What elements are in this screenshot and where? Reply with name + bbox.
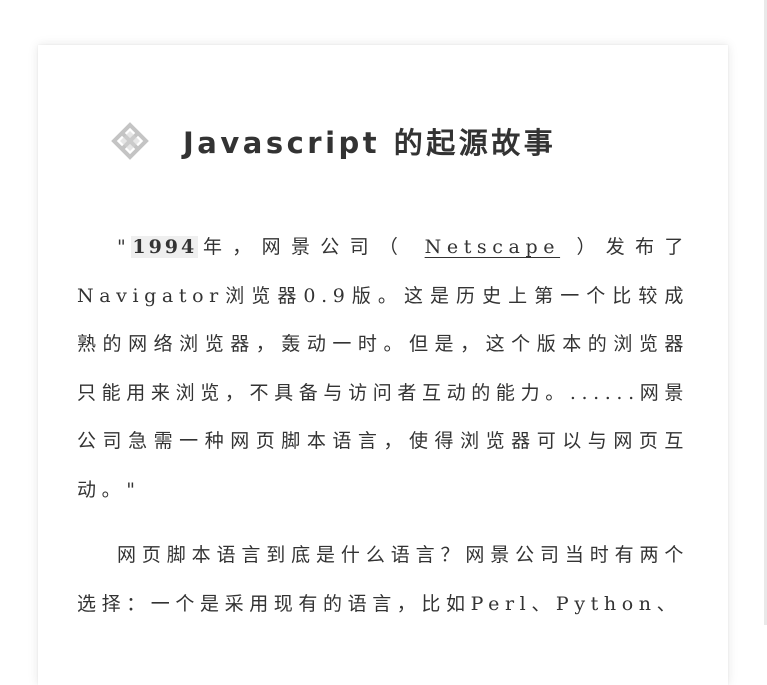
paragraph-2: 网页脚本语言到底是什么语言？网景公司当时有两个选择：一个是采用现有的语言，比如P… <box>77 544 689 615</box>
paragraph-1: "1994年，网景公司（ Netscape ）发布了Navigator浏览器0.… <box>77 223 689 514</box>
article-card: Javascript 的起源故事 "1994年，网景公司（ Netscape ）… <box>38 45 728 685</box>
javascript-logo-icon <box>111 122 149 160</box>
netscape-link[interactable]: Netscape <box>425 236 560 258</box>
quote-mark: " <box>117 236 132 258</box>
paragraph-1-text-a: 年，网景公司（ <box>198 236 409 258</box>
article-header: Javascript 的起源故事 <box>110 117 556 165</box>
article-title: Javascript 的起源故事 <box>183 126 557 160</box>
paragraph-1-text-b: ）发布了Navigator浏览器0.9版。这是历史上第一个比较成熟的网络浏览器，… <box>77 236 690 501</box>
article-body: "1994年，网景公司（ Netscape ）发布了Navigator浏览器0.… <box>77 223 689 628</box>
highlighted-year: 1994 <box>131 236 199 258</box>
